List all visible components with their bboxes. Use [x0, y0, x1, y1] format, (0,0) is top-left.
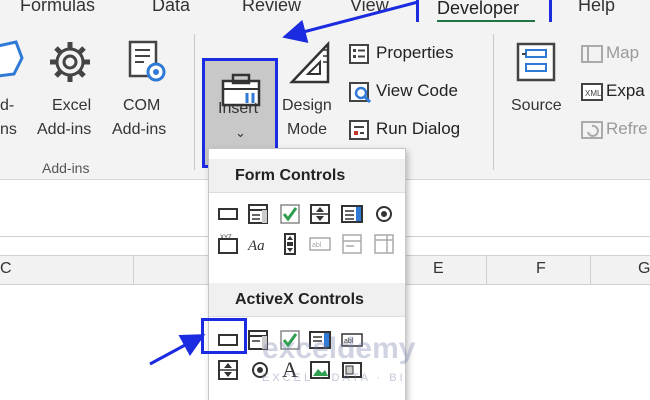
arrow-to-insert — [282, 0, 419, 44]
annotation-arrows — [149, 0, 419, 366]
excel-window: Formulas Data Review View Developer Help… — [0, 0, 650, 400]
arrow-to-command-button — [149, 334, 206, 366]
